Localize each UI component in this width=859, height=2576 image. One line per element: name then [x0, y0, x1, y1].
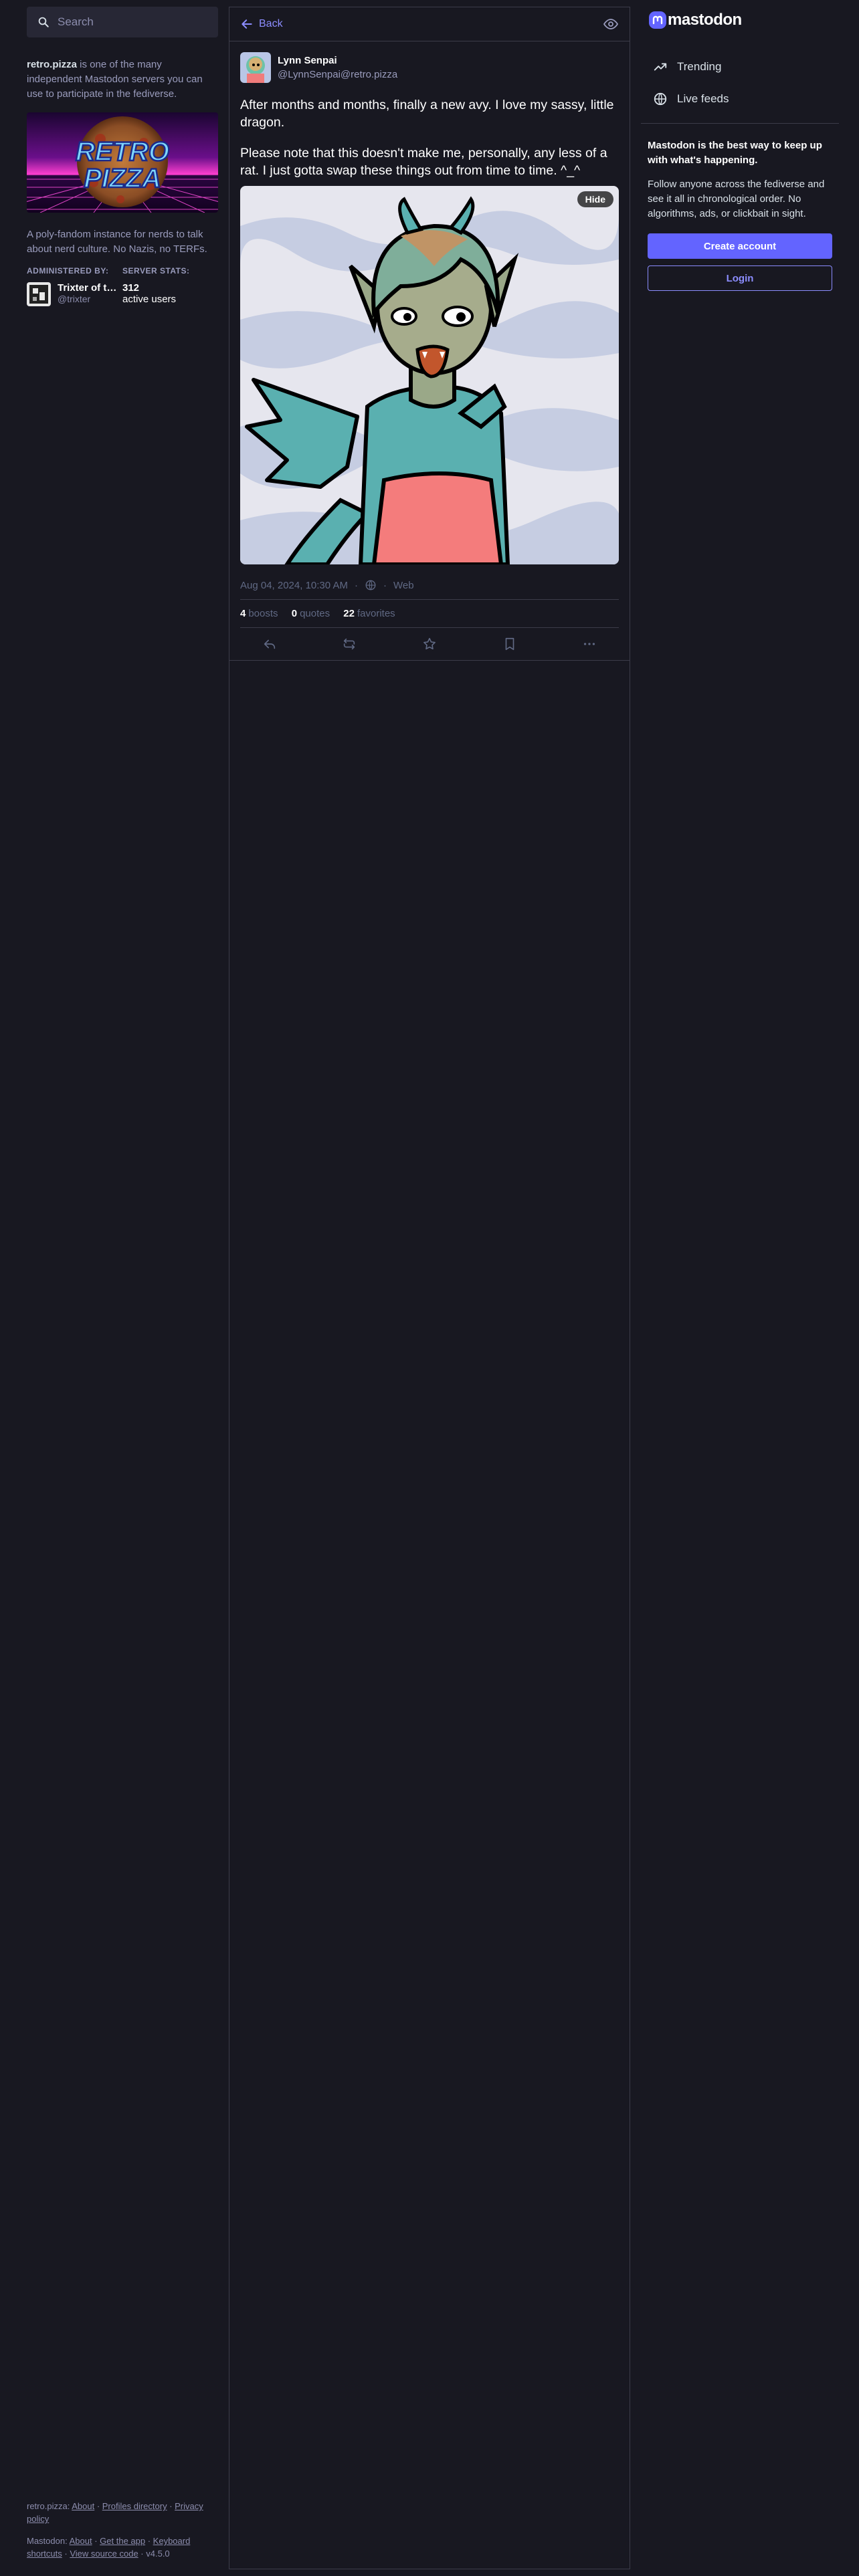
status-timestamp[interactable]: Aug 04, 2024, 10:30 AM: [240, 580, 348, 591]
status: Lynn Senpai @LynnSenpai@retro.pizza Afte…: [229, 41, 630, 661]
quotes-count-link[interactable]: 0 quotes: [292, 608, 330, 619]
boost-icon[interactable]: [342, 637, 357, 651]
reply-icon[interactable]: [262, 637, 277, 651]
status-action-bar: [229, 628, 630, 661]
active-users-stat: 312 active users: [122, 282, 218, 305]
hide-media-button[interactable]: Hide: [577, 191, 613, 207]
globe-icon: [654, 92, 667, 106]
right-sidebar: mastodon Trending Live feeds Mastodon is…: [641, 7, 839, 291]
nav-item-trending[interactable]: Trending: [648, 51, 832, 83]
footer-mastodon-links: Mastodon: About · Get the app · Keyboard…: [27, 2536, 191, 2559]
status-application: Web: [393, 579, 414, 591]
meta-separator: ·: [354, 579, 358, 591]
server-banner-image: RETRO PIZZA: [27, 112, 218, 213]
more-icon[interactable]: [582, 637, 597, 651]
active-users-count: 312: [122, 282, 140, 294]
logo-wordmark: mastodon: [668, 11, 742, 29]
nav-item-label: Live feeds: [677, 92, 729, 105]
footer-link-about[interactable]: About: [72, 2501, 94, 2511]
author-display-name: Lynn Senpai: [278, 55, 337, 66]
favorites-count: 22: [343, 608, 355, 619]
search-placeholder: Search: [58, 15, 94, 28]
column-header: Back: [229, 7, 630, 41]
favorites-count-link[interactable]: 22 favorites: [343, 608, 395, 619]
status-counts: 4 boosts 0 quotes 22 favorites: [240, 600, 619, 628]
status-column: Back Lynn Senpai @LynnSenpai@retro.pizza…: [229, 7, 630, 2569]
divider: [641, 123, 839, 124]
quotes-count: 0: [291, 608, 298, 619]
mastodon-logo-icon: [649, 11, 666, 29]
nav-item-live-feeds[interactable]: Live feeds: [648, 83, 832, 115]
bookmark-icon[interactable]: [502, 637, 517, 651]
boosts-count: 4: [240, 608, 246, 619]
stats-heading: SERVER STATS:: [122, 266, 190, 276]
author-avatar: [240, 52, 271, 83]
footer-mastodon-label: Mastodon:: [27, 2536, 68, 2546]
footer-link-mastodon-about[interactable]: About: [70, 2536, 92, 2546]
back-button[interactable]: Back: [240, 17, 283, 31]
search-icon: [38, 17, 49, 27]
footer-link-profiles-directory[interactable]: Profiles directory: [102, 2501, 167, 2511]
admin-name: Trixter of the...: [58, 282, 122, 294]
signup-promo-title: Mastodon is the best way to keep up with…: [648, 140, 822, 166]
server-stats: ADMINISTERED BY: Trixter of the... @trix…: [27, 266, 218, 306]
author-account: @LynnSenpai@retro.pizza: [278, 69, 398, 80]
footer-server-links: retro.pizza: About · Profiles directory …: [27, 2501, 203, 2524]
status-paragraph: After months and months, finally a new a…: [240, 98, 614, 130]
active-users-label: active users: [122, 294, 177, 305]
footer-link-get-the-app[interactable]: Get the app: [100, 2536, 145, 2546]
boosts-count-link[interactable]: 4 boosts: [240, 608, 278, 619]
footer-link-view-source[interactable]: View source code: [70, 2549, 138, 2559]
nav-item-label: Trending: [677, 60, 722, 73]
meta-separator: ·: [383, 579, 387, 591]
server-name: retro.pizza: [27, 59, 78, 70]
globe-icon: [365, 580, 376, 591]
login-button[interactable]: Login: [648, 265, 832, 291]
favorites-label: favorites: [357, 608, 395, 619]
footer-version: v4.5.0: [146, 2549, 170, 2559]
svg-text:PIZZA: PIZZA: [84, 164, 161, 193]
status-author[interactable]: Lynn Senpai @LynnSenpai@retro.pizza: [240, 52, 619, 83]
left-sidebar: Search retro.pizza is one of the many in…: [27, 7, 218, 306]
admin-account[interactable]: Trixter of the... @trixter: [27, 282, 122, 306]
footer-server-label: retro.pizza:: [27, 2501, 70, 2511]
search-input[interactable]: Search: [27, 7, 218, 37]
mastodon-logo[interactable]: mastodon: [648, 7, 832, 33]
admin-handle: @trixter: [58, 294, 91, 304]
back-label: Back: [259, 18, 283, 29]
arrow-left-icon: [242, 19, 252, 29]
server-intro: retro.pizza is one of the many independe…: [27, 58, 218, 102]
dragon-girl-artwork: [240, 186, 619, 564]
eye-icon[interactable]: [603, 16, 619, 32]
sidebar-nav: Trending Live feeds: [648, 51, 832, 115]
status-meta: Aug 04, 2024, 10:30 AM · · Web: [240, 579, 619, 600]
admin-heading: ADMINISTERED BY:: [27, 266, 109, 276]
status-content: After months and months, finally a new a…: [240, 96, 619, 179]
status-paragraph: Please note that this doesn't make me, p…: [240, 146, 607, 178]
footer: retro.pizza: About · Profiles directory …: [27, 2500, 218, 2569]
media-attachment[interactable]: Hide: [240, 186, 619, 564]
quotes-label: quotes: [300, 608, 330, 619]
trending-icon: [654, 63, 667, 71]
svg-text:RETRO: RETRO: [76, 137, 169, 167]
server-description: A poly-fandom instance for nerds to talk…: [27, 229, 207, 255]
signup-promo-text: Follow anyone across the fediverse and s…: [648, 179, 825, 219]
boosts-label: boosts: [248, 608, 278, 619]
create-account-button[interactable]: Create account: [648, 233, 832, 259]
star-icon[interactable]: [422, 637, 437, 651]
admin-avatar: [27, 282, 51, 306]
